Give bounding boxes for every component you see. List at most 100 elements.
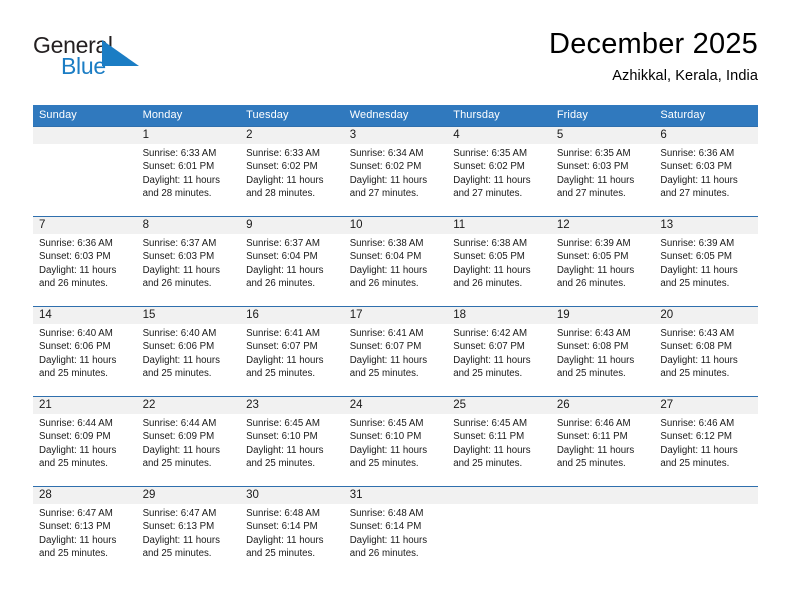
day-cell[interactable]: Sunrise: 6:35 AM Sunset: 6:03 PM Dayligh… bbox=[551, 144, 655, 217]
day-number[interactable]: 20 bbox=[654, 307, 758, 324]
day-cell[interactable]: Sunrise: 6:36 AM Sunset: 6:03 PM Dayligh… bbox=[33, 234, 137, 307]
day-number[interactable]: 28 bbox=[33, 487, 137, 504]
day-cell[interactable]: Sunrise: 6:47 AM Sunset: 6:13 PM Dayligh… bbox=[33, 504, 137, 577]
day-number[interactable] bbox=[33, 127, 137, 144]
calendar-week-row: 14 15 16 17 18 19 20 Sunrise: 6:40 AM Su… bbox=[33, 306, 758, 397]
day-number[interactable]: 11 bbox=[447, 217, 551, 234]
day-cell[interactable]: Sunrise: 6:40 AM Sunset: 6:06 PM Dayligh… bbox=[137, 324, 241, 397]
daylight-text-line2: and 26 minutes. bbox=[453, 277, 523, 289]
day-cell[interactable]: Sunrise: 6:45 AM Sunset: 6:10 PM Dayligh… bbox=[240, 414, 344, 487]
sunrise-text: Sunrise: 6:34 AM bbox=[349, 148, 424, 159]
day-number[interactable]: 7 bbox=[33, 217, 137, 234]
day-number[interactable]: 13 bbox=[654, 217, 758, 234]
day-cell[interactable]: Sunrise: 6:45 AM Sunset: 6:11 PM Dayligh… bbox=[447, 414, 551, 487]
daylight-text-line1: Daylight: 11 hours bbox=[142, 264, 220, 276]
day-number[interactable]: 8 bbox=[137, 217, 241, 234]
day-number[interactable]: 10 bbox=[344, 217, 448, 234]
day-cell[interactable]: Sunrise: 6:39 AM Sunset: 6:05 PM Dayligh… bbox=[551, 234, 655, 307]
day-cell[interactable]: Sunrise: 6:39 AM Sunset: 6:05 PM Dayligh… bbox=[654, 234, 758, 307]
day-cell[interactable]: Sunrise: 6:36 AM Sunset: 6:03 PM Dayligh… bbox=[654, 144, 758, 217]
sunset-text: Sunset: 6:03 PM bbox=[142, 251, 215, 263]
day-cell[interactable]: Sunrise: 6:44 AM Sunset: 6:09 PM Dayligh… bbox=[137, 414, 241, 487]
sunset-text: Sunset: 6:05 PM bbox=[453, 251, 525, 263]
daylight-text-line1: Daylight: 11 hours bbox=[246, 264, 324, 276]
sunset-text: Sunset: 6:04 PM bbox=[349, 251, 422, 263]
sunrise-text: Sunrise: 6:41 AM bbox=[246, 328, 320, 339]
day-number-band: 1 2 3 4 5 6 bbox=[33, 127, 758, 144]
day-cell[interactable]: Sunrise: 6:45 AM Sunset: 6:10 PM Dayligh… bbox=[344, 414, 448, 487]
day-number[interactable]: 21 bbox=[33, 397, 137, 414]
weekday-header-wednesday: Wednesday bbox=[349, 109, 409, 121]
day-number-band: 21 22 23 24 25 26 27 bbox=[33, 397, 758, 414]
day-cell[interactable]: Sunrise: 6:33 AM Sunset: 6:01 PM Dayligh… bbox=[137, 144, 241, 217]
day-cell[interactable]: Sunrise: 6:46 AM Sunset: 6:12 PM Dayligh… bbox=[654, 414, 758, 487]
day-number[interactable]: 15 bbox=[137, 307, 241, 324]
day-number[interactable]: 30 bbox=[240, 487, 344, 504]
sunrise-text: Sunrise: 6:39 AM bbox=[660, 238, 735, 249]
general-blue-logo[interactable]: General Blue bbox=[33, 32, 163, 88]
day-cell[interactable]: Sunrise: 6:46 AM Sunset: 6:11 PM Dayligh… bbox=[551, 414, 655, 487]
day-number[interactable]: 23 bbox=[240, 397, 344, 414]
sunset-text: Sunset: 6:05 PM bbox=[556, 251, 629, 263]
day-number[interactable]: 6 bbox=[654, 127, 758, 144]
sunrise-text: Sunrise: 6:45 AM bbox=[453, 418, 528, 429]
daylight-text-line2: and 25 minutes. bbox=[660, 457, 730, 469]
day-number[interactable]: 22 bbox=[137, 397, 241, 414]
sunrise-text: Sunrise: 6:48 AM bbox=[349, 508, 424, 519]
daylight-text-line1: Daylight: 11 hours bbox=[246, 174, 324, 186]
day-number[interactable]: 17 bbox=[344, 307, 448, 324]
daylight-text-line2: and 25 minutes. bbox=[142, 367, 212, 379]
day-number[interactable]: 27 bbox=[654, 397, 758, 414]
day-number[interactable]: 31 bbox=[344, 487, 448, 504]
daylight-text-line2: and 27 minutes. bbox=[556, 187, 626, 199]
day-number[interactable]: 19 bbox=[551, 307, 655, 324]
day-number[interactable]: 16 bbox=[240, 307, 344, 324]
day-number[interactable]: 5 bbox=[551, 127, 655, 144]
day-number[interactable]: 2 bbox=[240, 127, 344, 144]
day-cell[interactable]: Sunrise: 6:42 AM Sunset: 6:07 PM Dayligh… bbox=[447, 324, 551, 397]
sunset-text: Sunset: 6:02 PM bbox=[349, 161, 422, 173]
weekday-header-sunday: Sunday bbox=[39, 109, 77, 121]
day-cell[interactable]: Sunrise: 6:37 AM Sunset: 6:04 PM Dayligh… bbox=[240, 234, 344, 307]
day-cell[interactable]: Sunrise: 6:33 AM Sunset: 6:02 PM Dayligh… bbox=[240, 144, 344, 217]
day-cell[interactable]: Sunrise: 6:37 AM Sunset: 6:03 PM Dayligh… bbox=[137, 234, 241, 307]
daylight-text-line2: and 26 minutes. bbox=[39, 277, 108, 289]
sunset-text: Sunset: 6:09 PM bbox=[39, 431, 111, 443]
daylight-text-line1: Daylight: 11 hours bbox=[556, 444, 635, 456]
day-detail-band: Sunrise: 6:47 AM Sunset: 6:13 PM Dayligh… bbox=[33, 504, 758, 577]
day-number[interactable]: 26 bbox=[551, 397, 655, 414]
day-cell[interactable]: Sunrise: 6:38 AM Sunset: 6:04 PM Dayligh… bbox=[344, 234, 448, 307]
day-cell[interactable]: Sunrise: 6:35 AM Sunset: 6:02 PM Dayligh… bbox=[447, 144, 551, 217]
sunset-text: Sunset: 6:06 PM bbox=[39, 341, 111, 353]
day-cell[interactable]: Sunrise: 6:43 AM Sunset: 6:08 PM Dayligh… bbox=[551, 324, 655, 397]
day-number[interactable]: 12 bbox=[551, 217, 655, 234]
day-number[interactable]: 9 bbox=[240, 217, 344, 234]
day-number[interactable]: 14 bbox=[33, 307, 137, 324]
day-number[interactable]: 4 bbox=[447, 127, 551, 144]
day-number[interactable]: 24 bbox=[344, 397, 448, 414]
sunrise-text: Sunrise: 6:33 AM bbox=[246, 148, 320, 159]
day-number[interactable]: 29 bbox=[137, 487, 241, 504]
daylight-text-line1: Daylight: 11 hours bbox=[660, 174, 738, 186]
day-cell[interactable]: Sunrise: 6:41 AM Sunset: 6:07 PM Dayligh… bbox=[240, 324, 344, 397]
day-cell[interactable]: Sunrise: 6:41 AM Sunset: 6:07 PM Dayligh… bbox=[344, 324, 448, 397]
sunrise-text: Sunrise: 6:36 AM bbox=[39, 238, 113, 249]
day-number[interactable]: 18 bbox=[447, 307, 551, 324]
day-number[interactable]: 25 bbox=[447, 397, 551, 414]
daylight-text-line1: Daylight: 11 hours bbox=[349, 174, 428, 186]
day-cell[interactable]: Sunrise: 6:43 AM Sunset: 6:08 PM Dayligh… bbox=[654, 324, 758, 397]
day-number[interactable]: 1 bbox=[137, 127, 241, 144]
sunrise-text: Sunrise: 6:43 AM bbox=[556, 328, 631, 339]
day-cell[interactable]: Sunrise: 6:34 AM Sunset: 6:02 PM Dayligh… bbox=[344, 144, 448, 217]
sunset-text: Sunset: 6:02 PM bbox=[246, 161, 318, 173]
day-cell[interactable]: Sunrise: 6:40 AM Sunset: 6:06 PM Dayligh… bbox=[33, 324, 137, 397]
day-cell[interactable]: Sunrise: 6:38 AM Sunset: 6:05 PM Dayligh… bbox=[447, 234, 551, 307]
day-cell[interactable]: Sunrise: 6:48 AM Sunset: 6:14 PM Dayligh… bbox=[240, 504, 344, 577]
day-cell[interactable]: Sunrise: 6:48 AM Sunset: 6:14 PM Dayligh… bbox=[344, 504, 448, 577]
day-cell[interactable]: Sunrise: 6:44 AM Sunset: 6:09 PM Dayligh… bbox=[33, 414, 137, 487]
daylight-text-line2: and 27 minutes. bbox=[453, 187, 523, 199]
day-number[interactable]: 3 bbox=[344, 127, 448, 144]
sunrise-text: Sunrise: 6:35 AM bbox=[556, 148, 631, 159]
daylight-text-line2: and 25 minutes. bbox=[556, 367, 626, 379]
day-cell[interactable]: Sunrise: 6:47 AM Sunset: 6:13 PM Dayligh… bbox=[137, 504, 241, 577]
